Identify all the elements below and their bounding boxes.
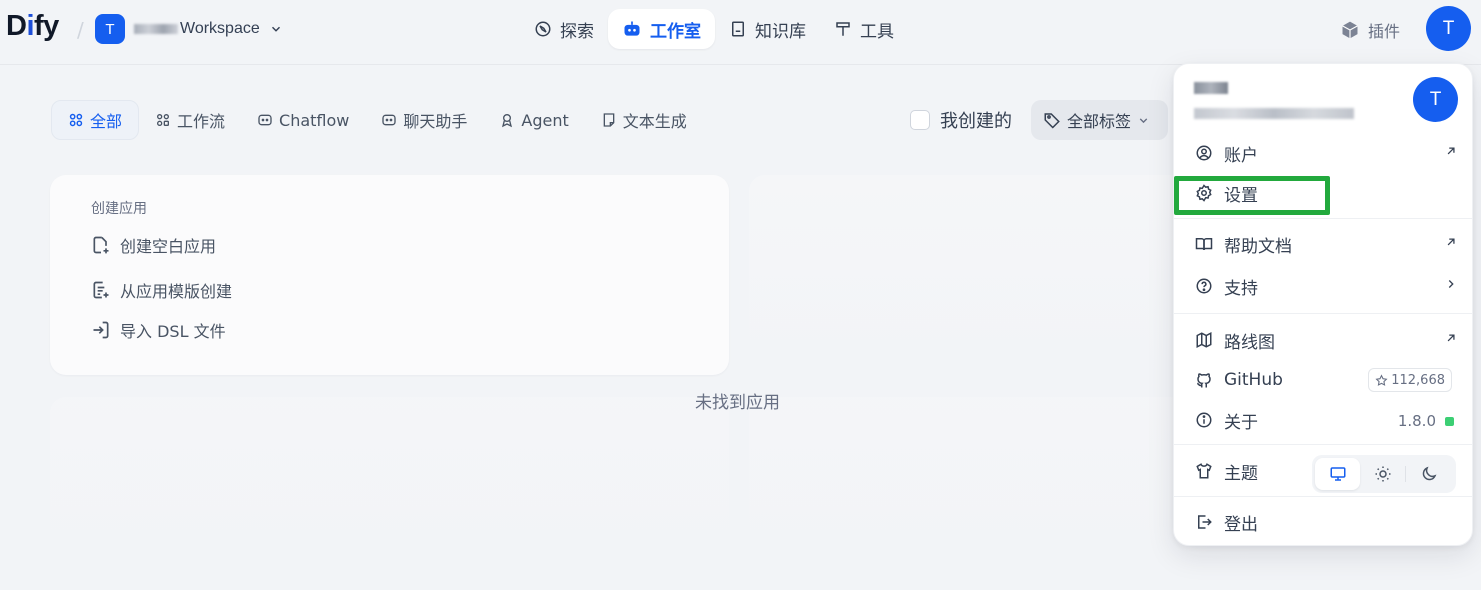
chevron-down-icon bbox=[269, 22, 283, 36]
arrow-up-right-icon bbox=[1444, 144, 1458, 158]
question-circle-icon bbox=[1195, 277, 1213, 295]
filter-chat-assistant[interactable]: 聊天助手 bbox=[365, 100, 483, 140]
chatflow-icon bbox=[257, 112, 273, 128]
tag-icon bbox=[1043, 111, 1061, 129]
version-number: 1.8.0 bbox=[1397, 412, 1436, 430]
menu-divider bbox=[1174, 218, 1472, 219]
robot-icon bbox=[622, 19, 642, 39]
theme-switcher bbox=[1312, 455, 1456, 493]
settings-highlight-box bbox=[1174, 176, 1330, 215]
chevron-down-icon bbox=[1137, 114, 1150, 127]
user-email-redacted bbox=[1194, 108, 1354, 119]
filter-workflow[interactable]: 工作流 bbox=[139, 100, 241, 140]
theme-dark-button[interactable] bbox=[1406, 458, 1451, 490]
created-by-me-filter[interactable]: 我创建的 bbox=[910, 100, 1012, 140]
filter-chatflow[interactable]: Chatflow bbox=[241, 100, 365, 140]
create-blank-app-button[interactable]: 创建空白应用 bbox=[91, 233, 216, 257]
main-nav: 探索 工作室 知识库 工具 bbox=[520, 9, 908, 49]
user-dropdown-menu: T 账户 设置 帮助文档 支持 路线图 GitHub 112,668 关于 1.… bbox=[1173, 63, 1473, 546]
nav-explore[interactable]: 探索 bbox=[520, 9, 608, 49]
user-avatar[interactable]: T bbox=[1426, 6, 1471, 51]
workspace-avatar: T bbox=[95, 14, 125, 44]
sun-icon bbox=[1374, 465, 1392, 483]
arrow-up-right-icon bbox=[1444, 331, 1458, 345]
arrow-up-right-icon bbox=[1444, 235, 1458, 249]
open-book-icon bbox=[1195, 235, 1213, 253]
filter-text-generation[interactable]: 文本生成 bbox=[585, 100, 703, 140]
nav-knowledge[interactable]: 知识库 bbox=[715, 9, 820, 49]
menu-divider bbox=[1174, 496, 1472, 497]
create-from-template-button[interactable]: 从应用模版创建 bbox=[91, 278, 232, 302]
menu-divider bbox=[1174, 444, 1472, 445]
create-app-card: 创建应用 创建空白应用 从应用模版创建 导入 DSL 文件 bbox=[50, 175, 729, 375]
agent-icon bbox=[499, 112, 515, 128]
book-icon bbox=[729, 20, 747, 38]
chat-bot-icon bbox=[381, 112, 397, 128]
map-icon bbox=[1195, 331, 1213, 349]
user-circle-icon bbox=[1195, 144, 1213, 162]
github-stars-badge: 112,668 bbox=[1368, 368, 1452, 392]
menu-item-roadmap[interactable]: 路线图 bbox=[1182, 321, 1466, 359]
menu-user-avatar: T bbox=[1413, 77, 1458, 122]
tag-filter-dropdown[interactable]: 全部标签 bbox=[1031, 100, 1168, 140]
create-app-title: 创建应用 bbox=[91, 201, 147, 217]
workflow-icon bbox=[155, 112, 171, 128]
workspace-name: Workspace bbox=[180, 20, 260, 37]
menu-item-help-docs[interactable]: 帮助文档 bbox=[1182, 225, 1466, 263]
shirt-icon bbox=[1195, 462, 1213, 480]
new-file-icon bbox=[91, 235, 111, 255]
chevron-right-icon bbox=[1444, 277, 1458, 291]
workspace-name-redacted bbox=[134, 23, 178, 34]
menu-item-account[interactable]: 账户 bbox=[1182, 134, 1466, 172]
menu-item-theme: 主题 bbox=[1182, 452, 1466, 493]
compass-icon bbox=[534, 20, 552, 38]
github-icon bbox=[1195, 371, 1213, 389]
monitor-icon bbox=[1329, 465, 1347, 483]
menu-item-github[interactable]: GitHub 112,668 bbox=[1182, 361, 1466, 399]
menu-divider bbox=[1174, 313, 1472, 314]
moon-icon bbox=[1420, 465, 1438, 483]
dify-logo[interactable]: Dify bbox=[6, 10, 59, 43]
workspace-switcher[interactable]: T Workspace bbox=[95, 14, 283, 44]
menu-item-logout[interactable]: 登出 bbox=[1182, 503, 1466, 541]
filter-all[interactable]: 全部 bbox=[51, 100, 140, 140]
breadcrumb-separator: / bbox=[77, 18, 84, 42]
menu-item-support[interactable]: 支持 bbox=[1182, 267, 1466, 305]
theme-light-button[interactable] bbox=[1360, 458, 1405, 490]
document-icon bbox=[601, 112, 617, 128]
top-bar: Dify / T Workspace 探索 工作室 知识库 工具 插件 T bbox=[0, 0, 1481, 65]
star-icon bbox=[1375, 373, 1388, 387]
template-file-icon bbox=[91, 280, 111, 300]
import-icon bbox=[91, 320, 111, 340]
created-by-me-checkbox[interactable] bbox=[910, 110, 930, 130]
plugins-button[interactable]: 插件 bbox=[1340, 18, 1400, 42]
status-dot bbox=[1445, 416, 1454, 426]
nav-tools[interactable]: 工具 bbox=[820, 9, 908, 49]
app-type-filters: 全部 工作流 Chatflow 聊天助手 Agent 文本生成 bbox=[51, 100, 703, 140]
theme-system-button[interactable] bbox=[1315, 458, 1360, 490]
filter-agent[interactable]: Agent bbox=[483, 100, 584, 140]
app-card-placeholder bbox=[50, 397, 729, 572]
import-dsl-button[interactable]: 导入 DSL 文件 bbox=[91, 318, 226, 342]
hammer-icon bbox=[834, 20, 852, 38]
cube-icon bbox=[1340, 20, 1360, 40]
empty-state-text: 未找到应用 bbox=[695, 393, 780, 413]
user-name-redacted bbox=[1194, 82, 1228, 94]
nav-studio[interactable]: 工作室 bbox=[608, 9, 715, 49]
info-icon bbox=[1195, 411, 1213, 429]
grid-icon bbox=[68, 112, 84, 128]
menu-item-about[interactable]: 关于 1.8.0 bbox=[1182, 401, 1466, 439]
logout-icon bbox=[1195, 513, 1213, 531]
